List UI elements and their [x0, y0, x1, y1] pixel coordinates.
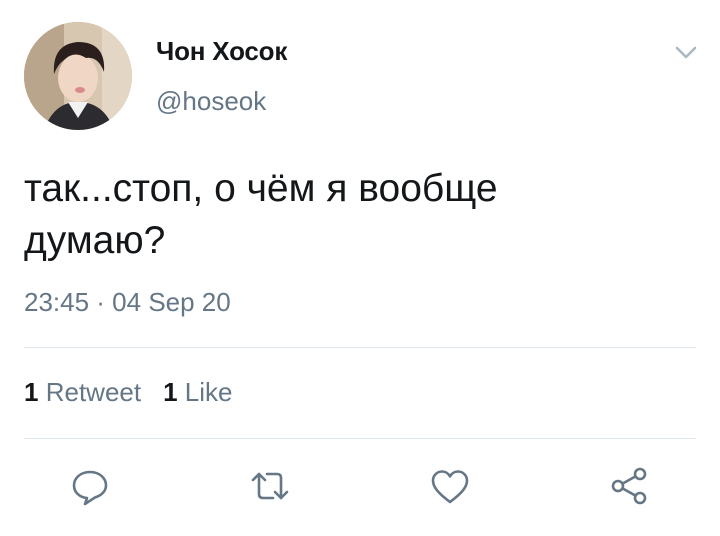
tweet-stats: 1 Retweet 1 Like [24, 377, 233, 408]
like-label: Like [184, 377, 233, 407]
retweet-button[interactable] [246, 462, 294, 510]
share-button[interactable] [606, 462, 654, 510]
like-stat[interactable]: 1 Like [163, 377, 232, 407]
reply-icon [72, 470, 108, 506]
avatar[interactable] [24, 22, 132, 130]
retweet-stat[interactable]: 1 Retweet [24, 377, 141, 407]
avatar-photo [24, 22, 132, 130]
username-handle[interactable]: @hoseok [156, 86, 266, 117]
tweet-text: так...стоп, о чём я вообще думаю? [24, 167, 498, 262]
retweet-label: Retweet [45, 377, 142, 407]
heart-icon [431, 470, 469, 504]
share-icon [611, 467, 647, 505]
display-name[interactable]: Чон Хосок [156, 36, 287, 67]
retweet-icon [251, 472, 289, 500]
retweet-count: 1 [24, 377, 39, 407]
like-count: 1 [163, 377, 178, 407]
like-button[interactable] [426, 462, 474, 510]
divider [24, 438, 696, 439]
tweet-timestamp[interactable]: 23:45 · 04 Sep 20 [24, 287, 231, 318]
reply-button[interactable] [66, 462, 114, 510]
chevron-down-icon[interactable] [672, 40, 700, 64]
divider [24, 347, 696, 348]
